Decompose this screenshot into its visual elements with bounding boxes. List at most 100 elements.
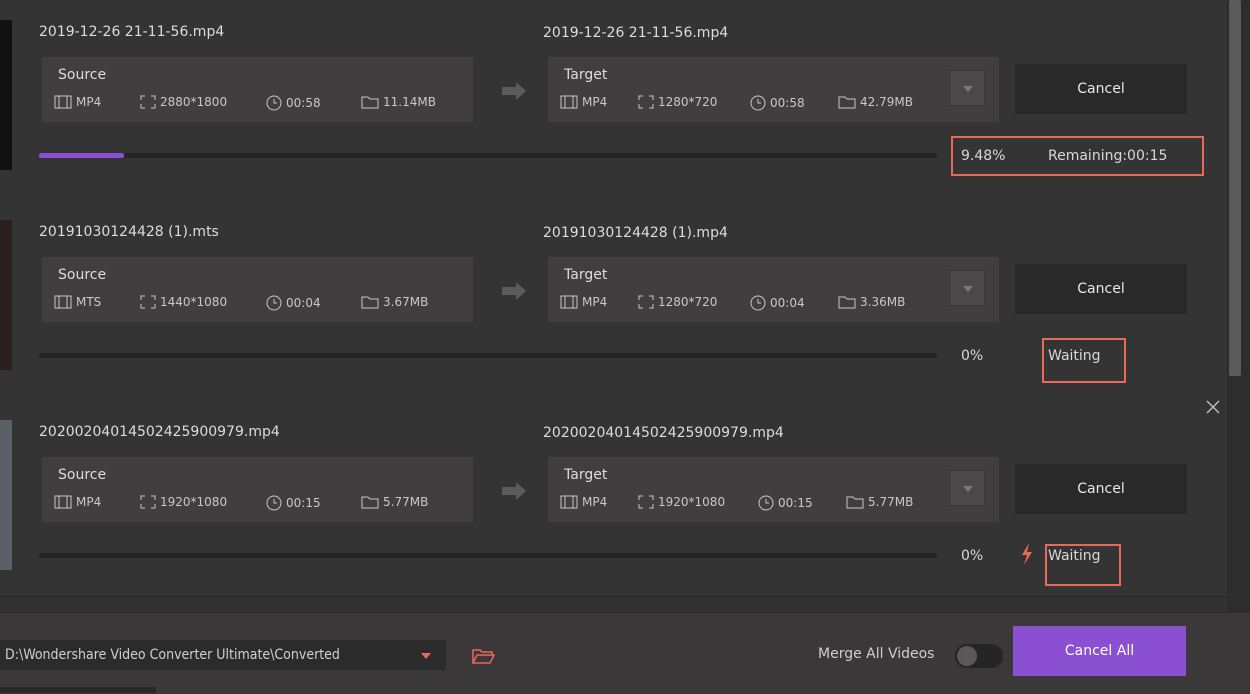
highlight-box — [1042, 338, 1126, 383]
scrollbar-thumb[interactable] — [1229, 0, 1241, 376]
progress-bar — [39, 353, 937, 358]
footer-bar: D:\Wondershare Video Converter Ultimate\… — [0, 612, 1250, 694]
target-format: MP4 — [582, 95, 608, 109]
target-settings-dropdown[interactable] — [949, 270, 985, 306]
resize-icon — [638, 95, 654, 109]
source-label: Source — [58, 67, 107, 83]
target-info-panel: Target MP4 1280*720 00:04 3.36MB — [548, 257, 999, 322]
film-icon — [560, 495, 578, 509]
folder-icon — [361, 95, 379, 109]
bolt-icon[interactable] — [1020, 542, 1034, 566]
source-resolution: 1920*1080 — [160, 495, 228, 509]
cancel-button[interactable]: Cancel — [1015, 464, 1187, 514]
conversion-item-1: 20191030124428 (1).mts 20191030124428 (1… — [0, 200, 1227, 401]
target-settings-dropdown[interactable] — [949, 470, 985, 506]
target-size: 42.79MB — [860, 95, 913, 109]
film-icon — [54, 295, 72, 309]
source-duration: 00:58 — [286, 96, 321, 110]
source-label: Source — [58, 467, 107, 483]
target-file-name: 20200204014502425900979.mp4 — [543, 425, 784, 441]
merge-all-label: Merge All Videos — [818, 646, 935, 662]
open-folder-icon[interactable] — [471, 646, 495, 666]
target-format: MP4 — [582, 495, 608, 509]
target-info-panel: Target MP4 1280*720 00:58 42.79MB — [548, 57, 999, 122]
target-resolution: 1920*1080 — [658, 495, 726, 509]
target-file-name: 2019-12-26 21-11-56.mp4 — [543, 25, 729, 41]
folder-icon — [361, 495, 379, 509]
cancel-button[interactable]: Cancel — [1015, 64, 1187, 114]
source-size: 11.14MB — [383, 95, 436, 109]
conversion-item-2: 20200204014502425900979.mp4 202002040145… — [0, 400, 1227, 597]
folder-icon — [838, 295, 856, 309]
progress-fill — [39, 153, 125, 158]
film-icon — [560, 295, 578, 309]
video-thumbnail — [0, 420, 12, 570]
source-duration: 00:04 — [286, 296, 321, 310]
film-icon — [560, 95, 578, 109]
chevron-down-icon[interactable] — [421, 653, 431, 659]
target-label: Target — [564, 267, 608, 283]
close-icon[interactable] — [1205, 399, 1221, 415]
target-size: 5.77MB — [868, 495, 914, 509]
resize-icon — [140, 295, 156, 309]
merge-all-toggle[interactable] — [955, 644, 1003, 668]
target-resolution: 1280*720 — [658, 95, 718, 109]
cancel-button[interactable]: Cancel — [1015, 264, 1187, 314]
progress-bar — [39, 553, 937, 558]
progress-percent: 0% — [961, 348, 984, 364]
source-label: Source — [58, 267, 107, 283]
source-file-name: 2019-12-26 21-11-56.mp4 — [39, 24, 225, 40]
highlight-box — [951, 136, 1204, 176]
folder-icon — [838, 95, 856, 109]
resize-icon — [140, 95, 156, 109]
source-format: MP4 — [76, 95, 102, 109]
resize-icon — [140, 495, 156, 509]
target-settings-dropdown[interactable] — [949, 70, 985, 106]
clock-icon — [750, 95, 766, 111]
source-format: MP4 — [76, 495, 102, 509]
source-file-name: 20200204014502425900979.mp4 — [39, 424, 280, 440]
highlight-box — [1045, 544, 1121, 586]
conversion-item-0: 2019-12-26 21-11-56.mp4 2019-12-26 21-11… — [0, 0, 1227, 201]
clock-icon — [266, 495, 282, 511]
folder-icon — [361, 295, 379, 309]
source-resolution: 2880*1800 — [160, 95, 228, 109]
clock-icon — [266, 95, 282, 111]
cancel-all-button[interactable]: Cancel All — [1013, 626, 1186, 676]
source-duration: 00:15 — [286, 496, 321, 510]
target-duration: 00:58 — [770, 96, 805, 110]
target-label: Target — [564, 467, 608, 483]
target-resolution: 1280*720 — [658, 295, 718, 309]
arrow-right-icon — [502, 482, 526, 500]
source-file-name: 20191030124428 (1).mts — [39, 224, 219, 240]
source-info-panel: Source MTS 1440*1080 00:04 3.67MB — [42, 257, 473, 322]
source-size: 5.77MB — [383, 495, 429, 509]
arrow-right-icon — [502, 282, 526, 300]
arrow-right-icon — [502, 82, 526, 100]
source-info-panel: Source MP4 1920*1080 00:15 5.77MB — [42, 457, 473, 522]
source-resolution: 1440*1080 — [160, 295, 228, 309]
progress-percent: 0% — [961, 548, 984, 564]
window-edge — [0, 687, 156, 693]
source-format: MTS — [76, 295, 102, 309]
target-file-name: 20191030124428 (1).mp4 — [543, 225, 728, 241]
clock-icon — [266, 295, 282, 311]
clock-icon — [750, 295, 766, 311]
output-path-field[interactable]: D:\Wondershare Video Converter Ultimate\… — [0, 640, 446, 670]
source-size: 3.67MB — [383, 295, 429, 309]
video-thumbnail — [0, 20, 12, 170]
film-icon — [54, 95, 72, 109]
folder-icon — [846, 495, 864, 509]
clock-icon — [758, 495, 774, 511]
target-size: 3.36MB — [860, 295, 906, 309]
target-format: MP4 — [582, 295, 608, 309]
target-duration: 00:15 — [778, 496, 813, 510]
toggle-knob — [957, 646, 977, 666]
resize-icon — [638, 495, 654, 509]
film-icon — [54, 495, 72, 509]
resize-icon — [638, 295, 654, 309]
target-label: Target — [564, 67, 608, 83]
target-duration: 00:04 — [770, 296, 805, 310]
target-info-panel: Target MP4 1920*1080 00:15 5.77MB — [548, 457, 999, 522]
progress-bar — [39, 153, 937, 158]
